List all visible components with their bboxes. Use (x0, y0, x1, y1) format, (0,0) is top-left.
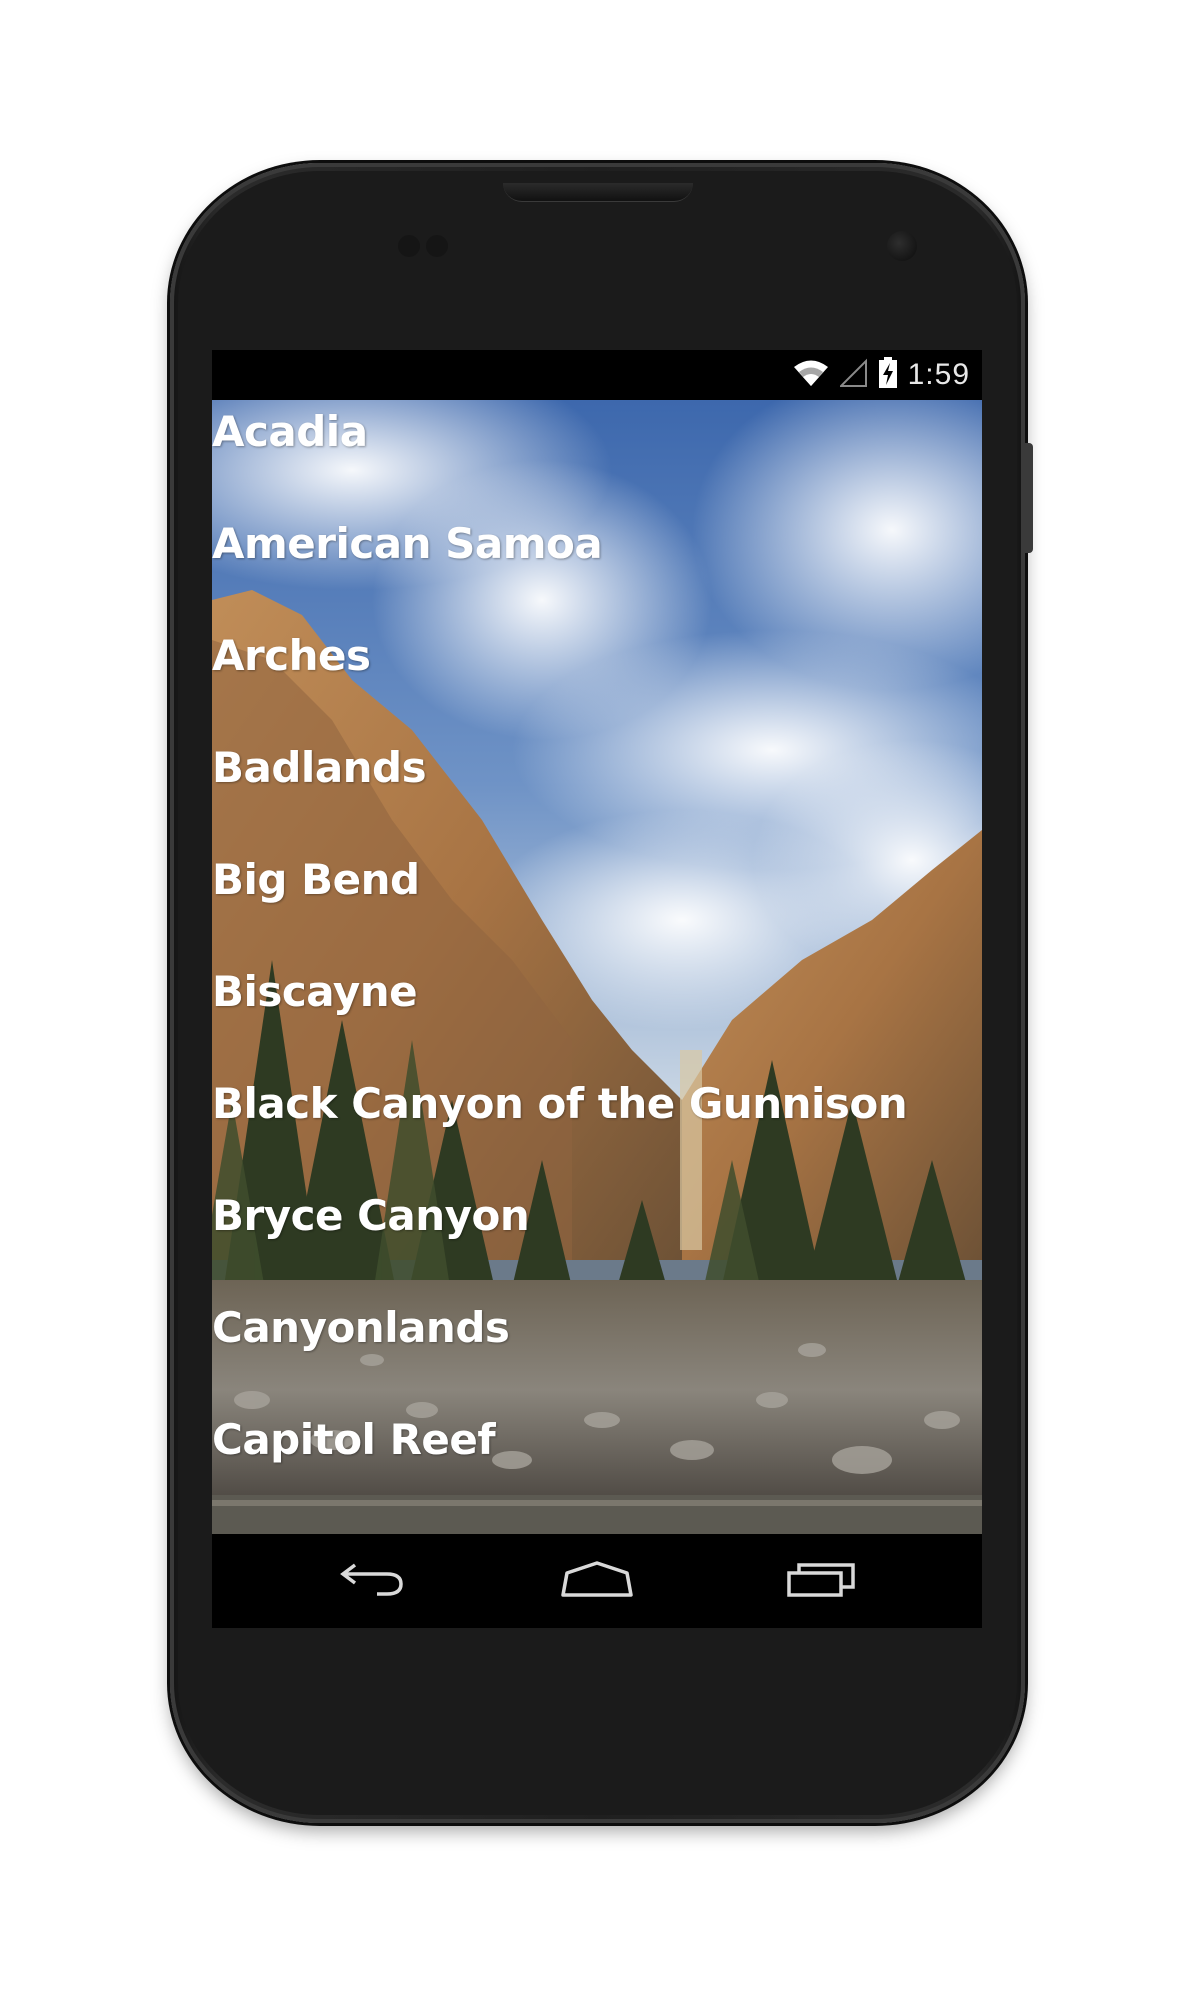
earpiece-speaker (503, 183, 693, 202)
list-item[interactable]: Capitol Reef (212, 1408, 982, 1520)
back-icon (337, 1559, 407, 1604)
list-item[interactable]: Canyonlands (212, 1296, 982, 1408)
recent-apps-button[interactable] (772, 1548, 872, 1614)
screen: 1:59 Acadia American Samoa Arches Badlan… (212, 350, 982, 1628)
power-button[interactable] (1025, 443, 1033, 553)
home-button[interactable] (547, 1548, 647, 1614)
home-icon (559, 1559, 635, 1604)
wifi-icon (792, 358, 830, 393)
status-bar: 1:59 (212, 350, 982, 400)
list-item[interactable]: Badlands (212, 736, 982, 848)
list-item[interactable]: Arches (212, 624, 982, 736)
list-item[interactable]: Biscayne (212, 960, 982, 1072)
status-icons: 1:59 (792, 350, 970, 400)
cell-signal-icon (838, 358, 868, 393)
stage: 1:59 Acadia American Samoa Arches Badlan… (0, 0, 1195, 1994)
light-sensor (426, 235, 448, 257)
proximity-sensor (398, 235, 420, 257)
back-button[interactable] (322, 1548, 422, 1614)
list-item[interactable]: Big Bend (212, 848, 982, 960)
list-item[interactable]: Bryce Canyon (212, 1184, 982, 1296)
battery-charging-icon (878, 356, 898, 394)
status-time: 1:59 (907, 358, 970, 391)
park-list-view[interactable]: Acadia American Samoa Arches Badlands Bi… (212, 400, 982, 1534)
front-camera (887, 231, 917, 261)
list-item[interactable]: Acadia (212, 400, 982, 512)
list-item[interactable]: Black Canyon of the Gunnison (212, 1072, 982, 1184)
recent-apps-icon (785, 1559, 859, 1604)
park-list: Acadia American Samoa Arches Badlands Bi… (212, 400, 982, 1520)
list-item[interactable]: American Samoa (212, 512, 982, 624)
navigation-bar (212, 1534, 982, 1628)
